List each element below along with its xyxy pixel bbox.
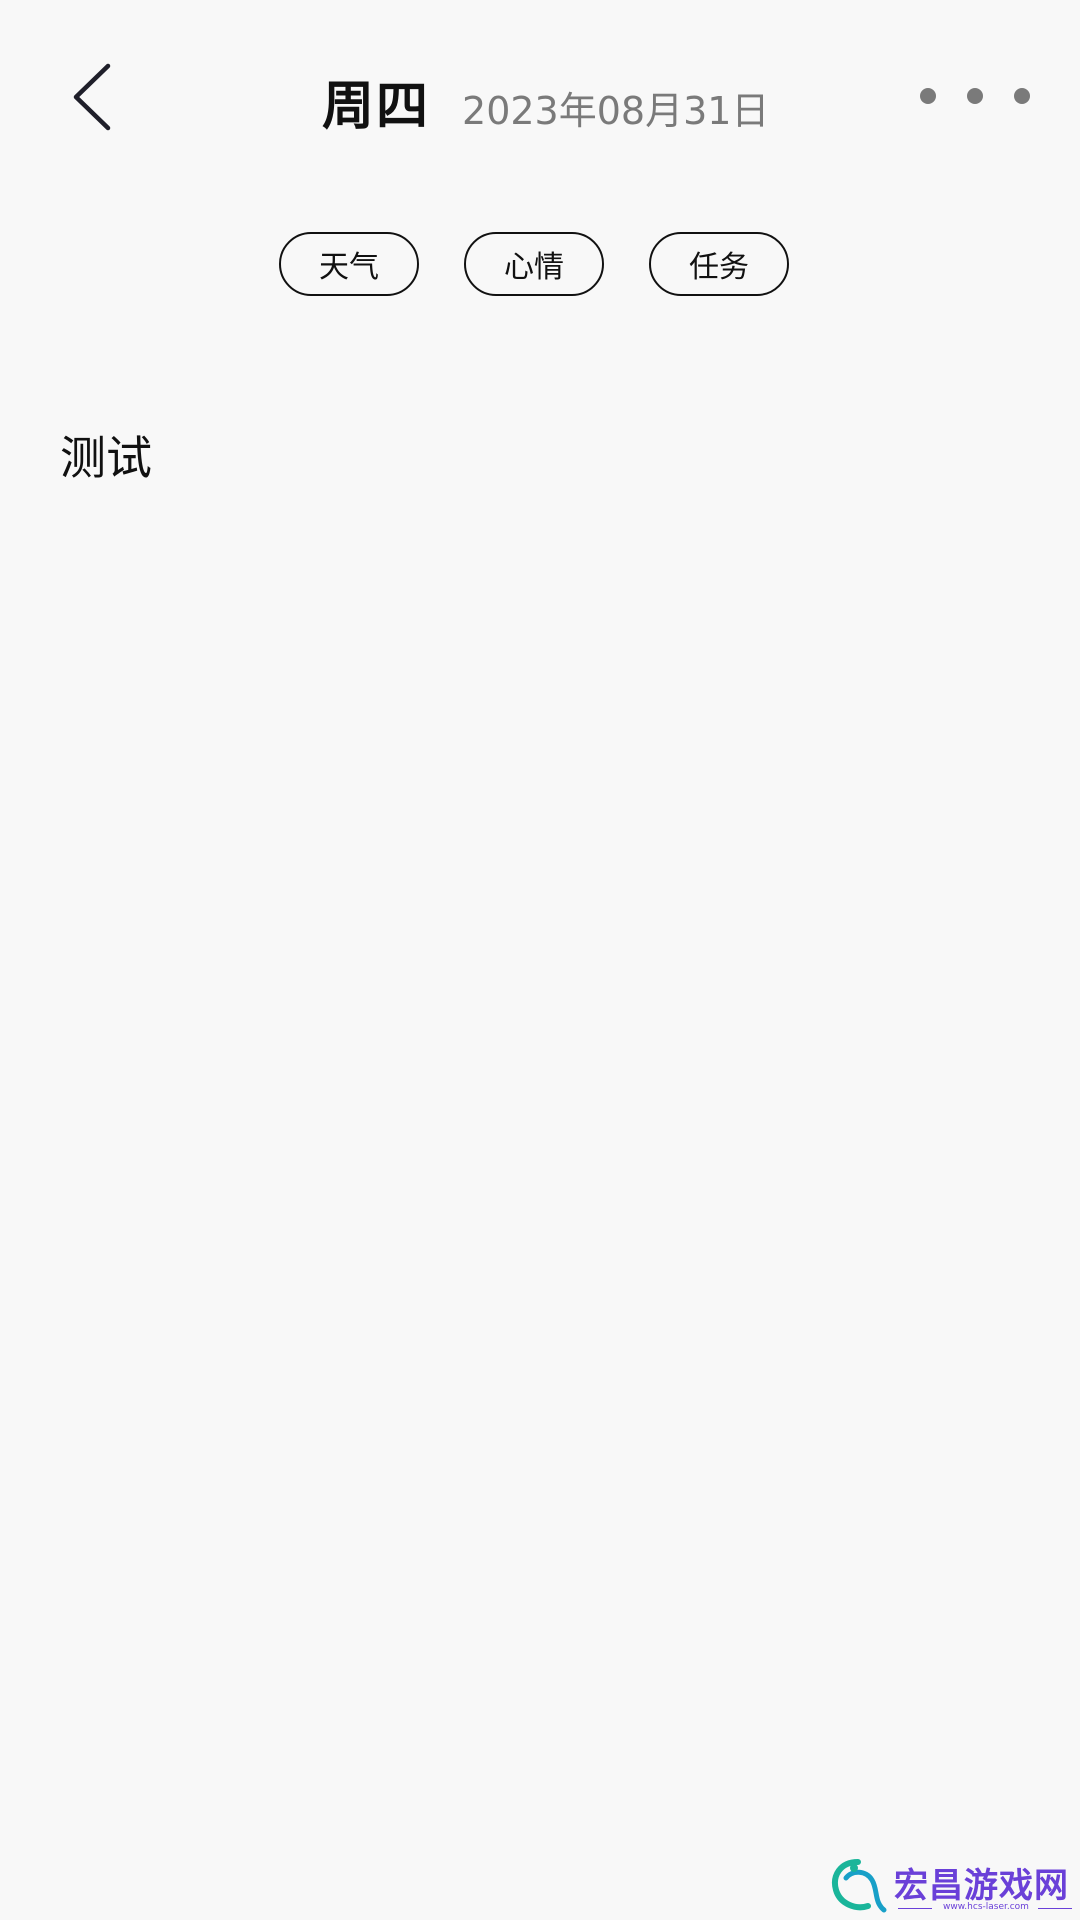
more-options-button[interactable] [920, 78, 1030, 114]
back-button[interactable] [56, 58, 128, 136]
page-title: 周四 2023年08月31日 [322, 64, 770, 137]
weather-tag-button[interactable]: 天气 [279, 232, 419, 296]
diary-entry-screen: 周四 2023年08月31日 天气 心情 任务 测试 宏昌游戏网 www.hcs… [0, 0, 1080, 1920]
more-dot-icon [1014, 88, 1030, 104]
header: 周四 2023年08月31日 [0, 0, 1080, 200]
watermark: 宏昌游戏网 www.hcs-laser.com [828, 1856, 1074, 1916]
diary-content-text[interactable]: 测试 [60, 422, 152, 488]
watermark-text: 宏昌游戏网 [894, 1866, 1069, 1906]
more-dot-icon [967, 88, 983, 104]
weekday-label: 周四 [322, 77, 431, 137]
chevron-left-icon [73, 63, 111, 131]
mood-tag-button[interactable]: 心情 [464, 232, 604, 296]
watermark-line-right [1038, 1908, 1072, 1909]
tag-buttons: 天气 心情 任务 [279, 232, 789, 296]
date-label: 2023年08月31日 [462, 89, 770, 133]
task-tag-button[interactable]: 任务 [649, 232, 789, 296]
more-dot-icon [920, 88, 936, 104]
watermark-url: www.hcs-laser.com [943, 1902, 1029, 1912]
dragon-logo-icon [832, 1859, 887, 1913]
